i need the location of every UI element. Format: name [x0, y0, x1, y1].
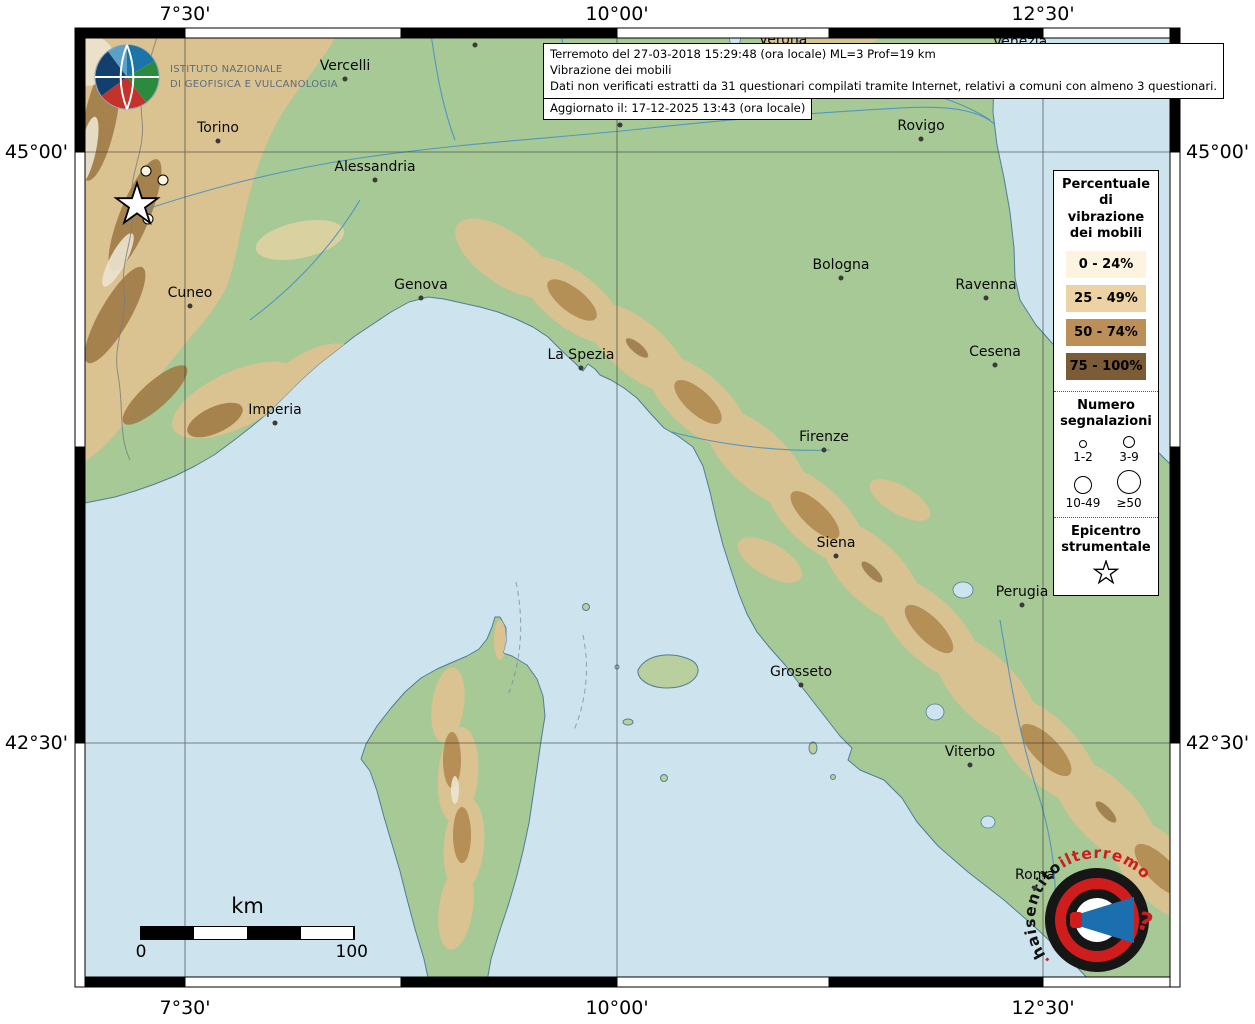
lon-label-top: 12°30'	[1011, 3, 1074, 25]
lat-label-right: 42°30'	[1186, 732, 1249, 754]
legend-epicenter-title: Epicentro strumentale	[1056, 522, 1156, 559]
legend-size-item: 1-2	[1060, 436, 1106, 464]
report-size-circle-icon	[1117, 470, 1141, 494]
legend-size-item: ≥50	[1106, 470, 1152, 510]
observation-circle	[158, 175, 168, 185]
report-size-circle-icon	[1123, 436, 1135, 448]
report-size-label: ≥50	[1116, 496, 1141, 510]
lon-label-bottom: 10°00'	[585, 997, 648, 1019]
legend-class-swatch: 75 - 100%	[1066, 353, 1146, 380]
report-size-label: 1-2	[1073, 450, 1093, 464]
report-size-circle-icon	[1074, 476, 1092, 494]
report-size-label: 3-9	[1119, 450, 1139, 464]
lat-label-right: 45°00'	[1186, 141, 1249, 163]
megaphone-handle-icon	[1070, 912, 1083, 928]
observation-circle	[141, 166, 151, 176]
map-legend: Percentuale di vibrazione dei mobili 0 -…	[1053, 170, 1159, 596]
scale-bar-end: 100	[336, 942, 368, 962]
legend-class-swatch: 0 - 24%	[1066, 251, 1146, 278]
event-title: Terremoto del 27-03-2018 15:29:48 (ora l…	[550, 47, 1217, 63]
ingv-globe-icon	[92, 42, 162, 112]
ingv-name-line1: ISTITUTO NAZIONALE	[170, 62, 338, 77]
legend-size-item: 10-49	[1060, 470, 1106, 510]
lon-label-top: 7°30'	[160, 3, 211, 25]
lon-label-bottom: 7°30'	[160, 997, 211, 1019]
legend-size-item: 3-9	[1106, 436, 1152, 464]
epicenter-star-icon	[1091, 560, 1121, 587]
lon-label-top: 10°00'	[585, 3, 648, 25]
legend-class-swatch: 50 - 74%	[1066, 319, 1146, 346]
scale-bar-graphic	[140, 926, 355, 940]
event-subtitle: Vibrazione dei mobili	[550, 63, 1217, 79]
scale-bar-unit: km	[140, 894, 355, 918]
legend-class-swatch: 25 - 49%	[1066, 285, 1146, 312]
scale-bar: km 0 100	[140, 894, 355, 962]
lon-label-bottom: 12°30'	[1011, 997, 1074, 1019]
legend-vibration-classes: 0 - 24% 25 - 49% 50 - 74% 75 - 100%	[1056, 251, 1156, 380]
legend-vibration-title: Percentuale di vibrazione dei mobili	[1056, 175, 1156, 244]
lat-label-left: 42°30'	[0, 732, 68, 754]
ingv-logo: ISTITUTO NAZIONALE DI GEOFISICA E VULCAN…	[92, 42, 338, 112]
map-screenshot: www.haisentitoilterremoto.it ? MilanoVer…	[0, 0, 1255, 1024]
report-size-label: 10-49	[1066, 496, 1101, 510]
ingv-name-line2: DI GEOFISICA E VULCANOLOGIA	[170, 77, 338, 92]
legend-reports-title: Numero segnalazioni	[1056, 396, 1156, 433]
lat-label-left: 45°00'	[0, 141, 68, 163]
scale-bar-start: 0	[136, 942, 147, 962]
event-info-box: Terremoto del 27-03-2018 15:29:48 (ora l…	[543, 43, 1224, 120]
event-disclaimer: Dati non verificati estratti da 31 quest…	[550, 79, 1217, 95]
report-size-circle-icon	[1079, 440, 1087, 448]
legend-report-sizes: 1-2 3-9 10-49 ≥50	[1056, 433, 1156, 513]
event-updated: Aggiornato il: 17-12-2025 13:43 (ora loc…	[543, 98, 812, 120]
